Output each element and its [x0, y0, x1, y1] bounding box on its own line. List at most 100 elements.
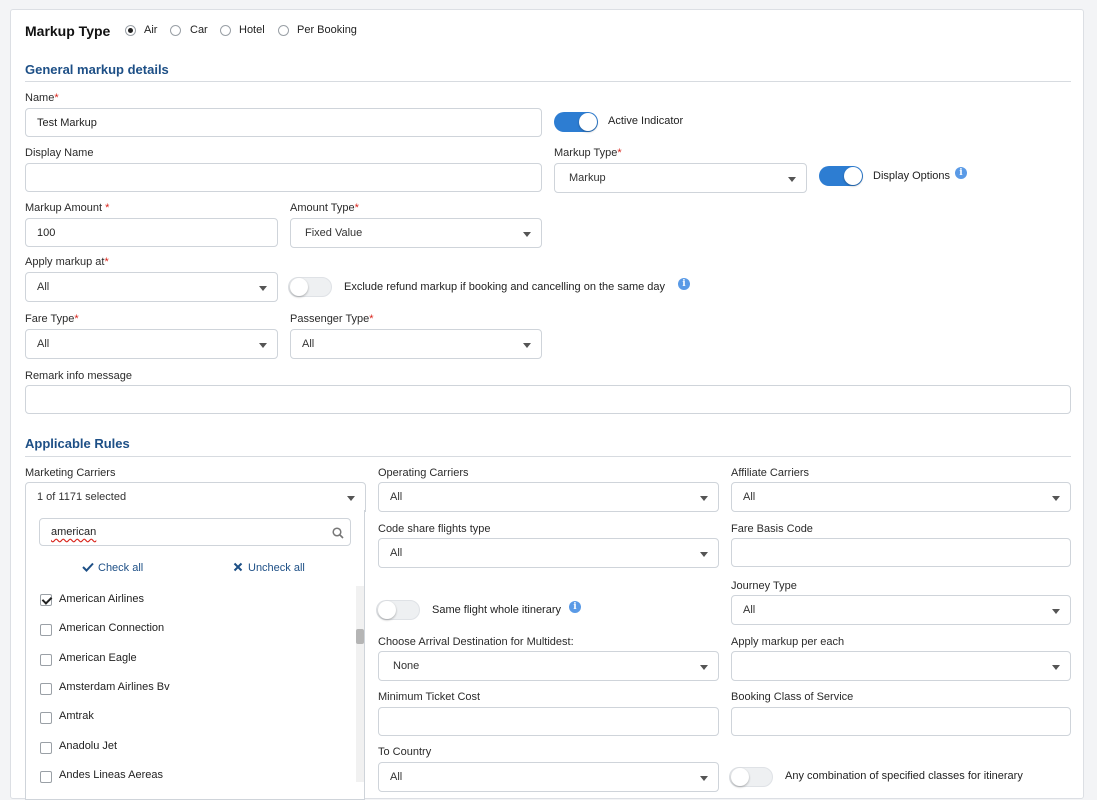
carrier-search-input[interactable]: american — [39, 518, 351, 546]
code-share-value: All — [390, 547, 403, 559]
same-flight-label: Same flight whole itinerary — [432, 604, 562, 616]
dropdown-scrollbar-track[interactable] — [356, 586, 364, 782]
fare-basis-label: Fare Basis Code — [731, 523, 813, 535]
chevron-down-icon — [1052, 496, 1060, 501]
fare-type-label: Fare Type* — [25, 313, 79, 325]
radio-air-label: Air — [144, 24, 158, 36]
same-flight-toggle[interactable] — [376, 600, 420, 620]
radio-car-label: Car — [190, 24, 208, 36]
fare-type-select[interactable]: All — [25, 329, 278, 359]
display-name-label: Display Name — [25, 147, 94, 159]
toggle-knob — [290, 278, 308, 296]
display-name-input[interactable] — [25, 163, 542, 192]
passenger-type-value: All — [302, 338, 315, 350]
operating-carriers-select[interactable]: All — [378, 482, 719, 512]
any-combination-label: Any combination of specified classes for… — [785, 770, 1023, 782]
carrier-checkbox[interactable] — [40, 654, 52, 666]
name-label: Name* — [25, 92, 59, 104]
carrier-checkbox[interactable] — [40, 594, 52, 606]
affiliate-carriers-value: All — [743, 491, 756, 503]
amount-type-label: Amount Type* — [290, 202, 359, 214]
remark-label: Remark info message — [25, 370, 132, 382]
carrier-option-label: Andes Lineas Aereas — [59, 769, 163, 781]
carrier-option-label: American Connection — [59, 622, 165, 634]
amount-type-value: Fixed Value — [305, 227, 363, 239]
markup-amount-input[interactable]: 100 — [25, 218, 278, 247]
to-country-label: To Country — [378, 746, 432, 758]
arrival-destination-select[interactable]: None — [378, 651, 719, 681]
toggle-knob — [844, 167, 862, 185]
apply-per-each-select[interactable] — [731, 651, 1071, 681]
code-share-select[interactable]: All — [378, 538, 719, 568]
uncheck-all-button[interactable]: Uncheck all — [233, 562, 305, 574]
apply-markup-at-value: All — [37, 281, 50, 293]
markup-type-select-label: Markup Type* — [554, 147, 622, 159]
apply-markup-at-label: Apply markup at* — [25, 256, 109, 268]
markup-amount-label: Markup Amount * — [25, 202, 110, 214]
apply-markup-at-select[interactable]: All — [25, 272, 278, 302]
markup-type-select-value: Markup — [569, 172, 606, 184]
passenger-type-label: Passenger Type* — [290, 313, 374, 325]
journey-type-value: All — [743, 604, 756, 616]
markup-type-select[interactable]: Markup — [554, 163, 807, 193]
radio-car[interactable] — [170, 25, 181, 36]
apply-per-each-label: Apply markup per each — [731, 636, 845, 648]
chevron-down-icon — [347, 496, 355, 501]
chevron-down-icon — [259, 343, 267, 348]
chevron-down-icon — [700, 665, 708, 670]
toggle-knob — [731, 768, 749, 786]
booking-class-input[interactable] — [731, 707, 1071, 736]
operating-carriers-label: Operating Carriers — [378, 467, 469, 479]
radio-per-booking[interactable] — [278, 25, 289, 36]
carrier-checkbox[interactable] — [40, 624, 52, 636]
arrival-destination-label: Choose Arrival Destination for Multidest… — [378, 636, 574, 648]
carrier-option-label: American Airlines — [59, 593, 144, 605]
fare-basis-input[interactable] — [731, 538, 1071, 567]
close-icon — [233, 562, 243, 572]
chevron-down-icon — [788, 177, 796, 182]
active-indicator-toggle[interactable] — [554, 112, 598, 132]
chevron-down-icon — [700, 552, 708, 557]
toggle-knob — [579, 113, 597, 131]
carrier-search-value: american — [51, 526, 97, 538]
passenger-type-select[interactable]: All — [290, 329, 542, 359]
amount-type-select[interactable]: Fixed Value — [290, 218, 542, 248]
info-icon[interactable]: i — [569, 601, 581, 613]
chevron-down-icon — [1052, 609, 1060, 614]
marketing-carriers-select[interactable]: 1 of 1171 selected — [25, 482, 366, 512]
carrier-checkbox[interactable] — [40, 742, 52, 754]
radio-per-booking-label: Per Booking — [297, 24, 357, 36]
min-ticket-cost-input[interactable] — [378, 707, 719, 736]
journey-type-select[interactable]: All — [731, 595, 1071, 625]
name-input[interactable]: Test Markup — [25, 108, 542, 137]
info-icon[interactable]: i — [955, 167, 967, 179]
carrier-checkbox[interactable] — [40, 683, 52, 695]
carrier-checkbox[interactable] — [40, 712, 52, 724]
carrier-option-label: Anadolu Jet — [59, 740, 118, 752]
rules-section-title: Applicable Rules — [25, 436, 130, 451]
journey-type-label: Journey Type — [731, 580, 797, 592]
carrier-option-label: Amsterdam Airlines Bv — [59, 681, 170, 693]
min-ticket-cost-label: Minimum Ticket Cost — [378, 691, 481, 703]
chevron-down-icon — [523, 343, 531, 348]
display-options-toggle[interactable] — [819, 166, 863, 186]
to-country-select[interactable]: All — [378, 762, 719, 792]
carrier-option-label: Amtrak — [59, 710, 94, 722]
radio-hotel[interactable] — [220, 25, 231, 36]
exclude-refund-toggle[interactable] — [288, 277, 332, 297]
toggle-knob — [378, 601, 396, 619]
radio-air[interactable] — [125, 25, 136, 36]
info-icon[interactable]: i — [678, 278, 690, 290]
carrier-checkbox[interactable] — [40, 771, 52, 783]
affiliate-carriers-select[interactable]: All — [731, 482, 1071, 512]
dropdown-scrollbar-thumb[interactable] — [356, 629, 364, 644]
chevron-down-icon — [700, 776, 708, 781]
check-icon — [82, 562, 94, 572]
carrier-option-label: American Eagle — [59, 652, 137, 664]
general-section-title: General markup details — [25, 62, 169, 77]
check-all-button[interactable]: Check all — [82, 562, 143, 574]
chevron-down-icon — [1052, 665, 1060, 670]
marketing-carriers-value: 1 of 1171 selected — [37, 491, 127, 503]
any-combination-toggle[interactable] — [729, 767, 773, 787]
remark-input[interactable] — [25, 385, 1071, 414]
